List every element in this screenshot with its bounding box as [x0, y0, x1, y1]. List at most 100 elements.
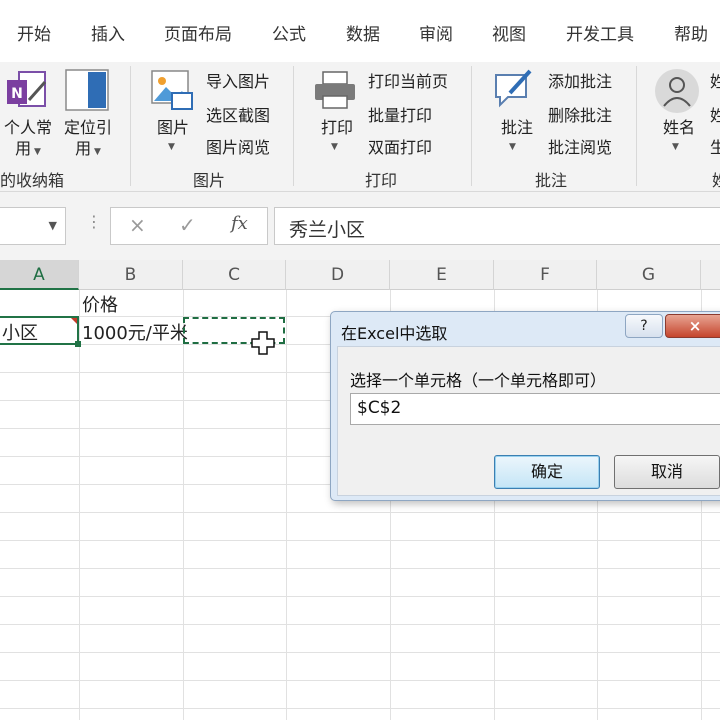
menu-tabs: 开始 插入 页面布局 公式 数据 审阅 视图 开发工具 帮助	[0, 0, 720, 62]
comment-icon	[492, 67, 536, 115]
group-separator	[471, 66, 472, 186]
picture-button[interactable]: 图片	[150, 117, 196, 138]
locate-reference-label-2: 用	[75, 139, 92, 158]
add-comment-button[interactable]: 添加批注	[548, 68, 612, 92]
formula-buttons: × ✓ fx	[110, 207, 268, 245]
name-item-1[interactable]: 姓	[710, 68, 720, 92]
fill-handle[interactable]	[75, 341, 81, 347]
ribbon: N 个人常 用 ▼ 定位引 用 ▼ 的收纳箱 图片 ▼ 导入图片 选区截图 图片…	[0, 62, 720, 192]
grid-line	[0, 652, 720, 653]
tab-page-layout[interactable]: 页面布局	[164, 20, 232, 45]
name-dropdown-icon[interactable]: ▼	[672, 142, 679, 152]
grid-line	[0, 708, 720, 709]
tab-insert[interactable]: 插入	[91, 20, 125, 45]
tab-help[interactable]: 帮助	[674, 20, 708, 45]
group-label-comment: 批注	[535, 171, 568, 190]
grid-line	[79, 290, 80, 720]
group-separator	[636, 66, 637, 186]
column-header-g[interactable]: G	[597, 260, 701, 290]
print-current-page-button[interactable]: 打印当前页	[368, 68, 448, 92]
locate-reference-label-1: 定位引	[63, 118, 112, 137]
selection-screenshot-button[interactable]: 选区截图	[206, 102, 270, 126]
close-icon: ×	[688, 317, 702, 335]
printer-icon	[313, 70, 357, 114]
close-button[interactable]: ×	[665, 314, 720, 338]
grid-line	[0, 512, 720, 513]
tab-view[interactable]: 视图	[492, 20, 526, 45]
user-avatar-icon	[654, 68, 700, 118]
name-button[interactable]: 姓名	[656, 117, 702, 138]
tab-data[interactable]: 数据	[346, 20, 380, 45]
grid-line	[286, 290, 287, 720]
tab-review[interactable]: 审阅	[419, 20, 453, 45]
favorites-label-2: 用	[15, 139, 32, 158]
ok-button[interactable]: 确定	[494, 455, 600, 489]
cell-a2[interactable]: 小区	[2, 319, 38, 345]
column-header-c[interactable]: C	[183, 260, 286, 290]
column-headers: A B C D E F G	[0, 260, 720, 290]
group-separator	[293, 66, 294, 186]
cell-b1[interactable]: 价格	[82, 291, 118, 317]
select-cell-dialog: 在Excel中选取 ? × 选择一个单元格（一个单元格即可） $C$2 确定 取…	[330, 311, 720, 501]
svg-text:N: N	[11, 86, 23, 102]
help-button[interactable]: ?	[625, 314, 663, 338]
group-separator	[130, 66, 131, 186]
print-dropdown-icon[interactable]: ▼	[331, 142, 338, 152]
comment-indicator-icon	[71, 318, 77, 324]
locate-reference-icon	[64, 68, 110, 116]
import-picture-button[interactable]: 导入图片	[206, 68, 270, 92]
picture-dropdown-icon[interactable]: ▼	[168, 142, 175, 152]
print-button[interactable]: 打印	[314, 117, 360, 138]
tab-developer[interactable]: 开发工具	[566, 20, 634, 45]
cancel-button[interactable]: 取消	[614, 455, 720, 489]
group-label-favorites: 的收纳箱	[0, 171, 65, 190]
onenote-icon: N	[5, 70, 51, 116]
grid-line	[0, 596, 720, 597]
name-item-3[interactable]: 生	[710, 134, 720, 158]
view-comments-button[interactable]: 批注阅览	[548, 134, 612, 158]
grid-line	[0, 680, 720, 681]
tab-home[interactable]: 开始	[17, 20, 51, 45]
column-header-f[interactable]: F	[494, 260, 597, 290]
dialog-body: 选择一个单元格（一个单元格即可） $C$2 确定 取消	[337, 346, 720, 496]
formula-bar: ▼ ⋮ × ✓ fx 秀兰小区	[0, 192, 720, 260]
comment-dropdown-icon[interactable]: ▼	[509, 142, 516, 152]
formula-bar-grip-icon[interactable]: ⋮	[86, 212, 102, 231]
comment-button[interactable]: 批注	[494, 117, 540, 138]
batch-print-button[interactable]: 批量打印	[368, 102, 432, 126]
cancel-icon[interactable]: ×	[129, 213, 146, 237]
enter-icon[interactable]: ✓	[179, 213, 196, 237]
dialog-prompt: 选择一个单元格（一个单元格即可）	[350, 371, 607, 390]
picture-viewer-button[interactable]: 图片阅览	[206, 134, 270, 158]
cell-reference-input[interactable]: $C$2	[350, 393, 720, 425]
grid-line	[0, 624, 720, 625]
name-box[interactable]: ▼	[0, 207, 66, 245]
name-item-2[interactable]: 姓	[710, 102, 720, 126]
cell-cursor-icon	[250, 330, 276, 360]
name-box-dropdown-icon[interactable]: ▼	[49, 219, 57, 232]
insert-function-icon[interactable]: fx	[231, 213, 248, 234]
duplex-print-button[interactable]: 双面打印	[368, 134, 432, 158]
dialog-title: 在Excel中选取	[341, 324, 448, 343]
column-header-d[interactable]: D	[286, 260, 390, 290]
formula-input[interactable]: 秀兰小区	[274, 207, 720, 245]
locate-reference-button[interactable]: 定位引 用 ▼	[58, 117, 118, 163]
grid-line	[0, 568, 720, 569]
cell-b2[interactable]: 1000元/平米	[82, 319, 188, 345]
group-label-name: 姓	[712, 167, 720, 191]
delete-comment-button[interactable]: 删除批注	[548, 102, 612, 126]
column-header-e[interactable]: E	[390, 260, 494, 290]
formula-content: 秀兰小区	[289, 219, 366, 241]
picture-icon	[150, 69, 194, 117]
favorites-label-1: 个人常	[3, 118, 52, 137]
column-header-b[interactable]: B	[79, 260, 183, 290]
group-label-print: 打印	[365, 171, 398, 190]
help-icon: ?	[640, 318, 648, 334]
group-label-picture: 图片	[193, 171, 226, 190]
grid-line	[183, 290, 184, 720]
cell-reference-value: $C$2	[357, 398, 402, 418]
favorites-button[interactable]: 个人常 用 ▼	[0, 117, 56, 163]
column-header-a[interactable]: A	[0, 260, 79, 290]
tab-formulas[interactable]: 公式	[272, 20, 306, 45]
grid-line	[0, 540, 720, 541]
